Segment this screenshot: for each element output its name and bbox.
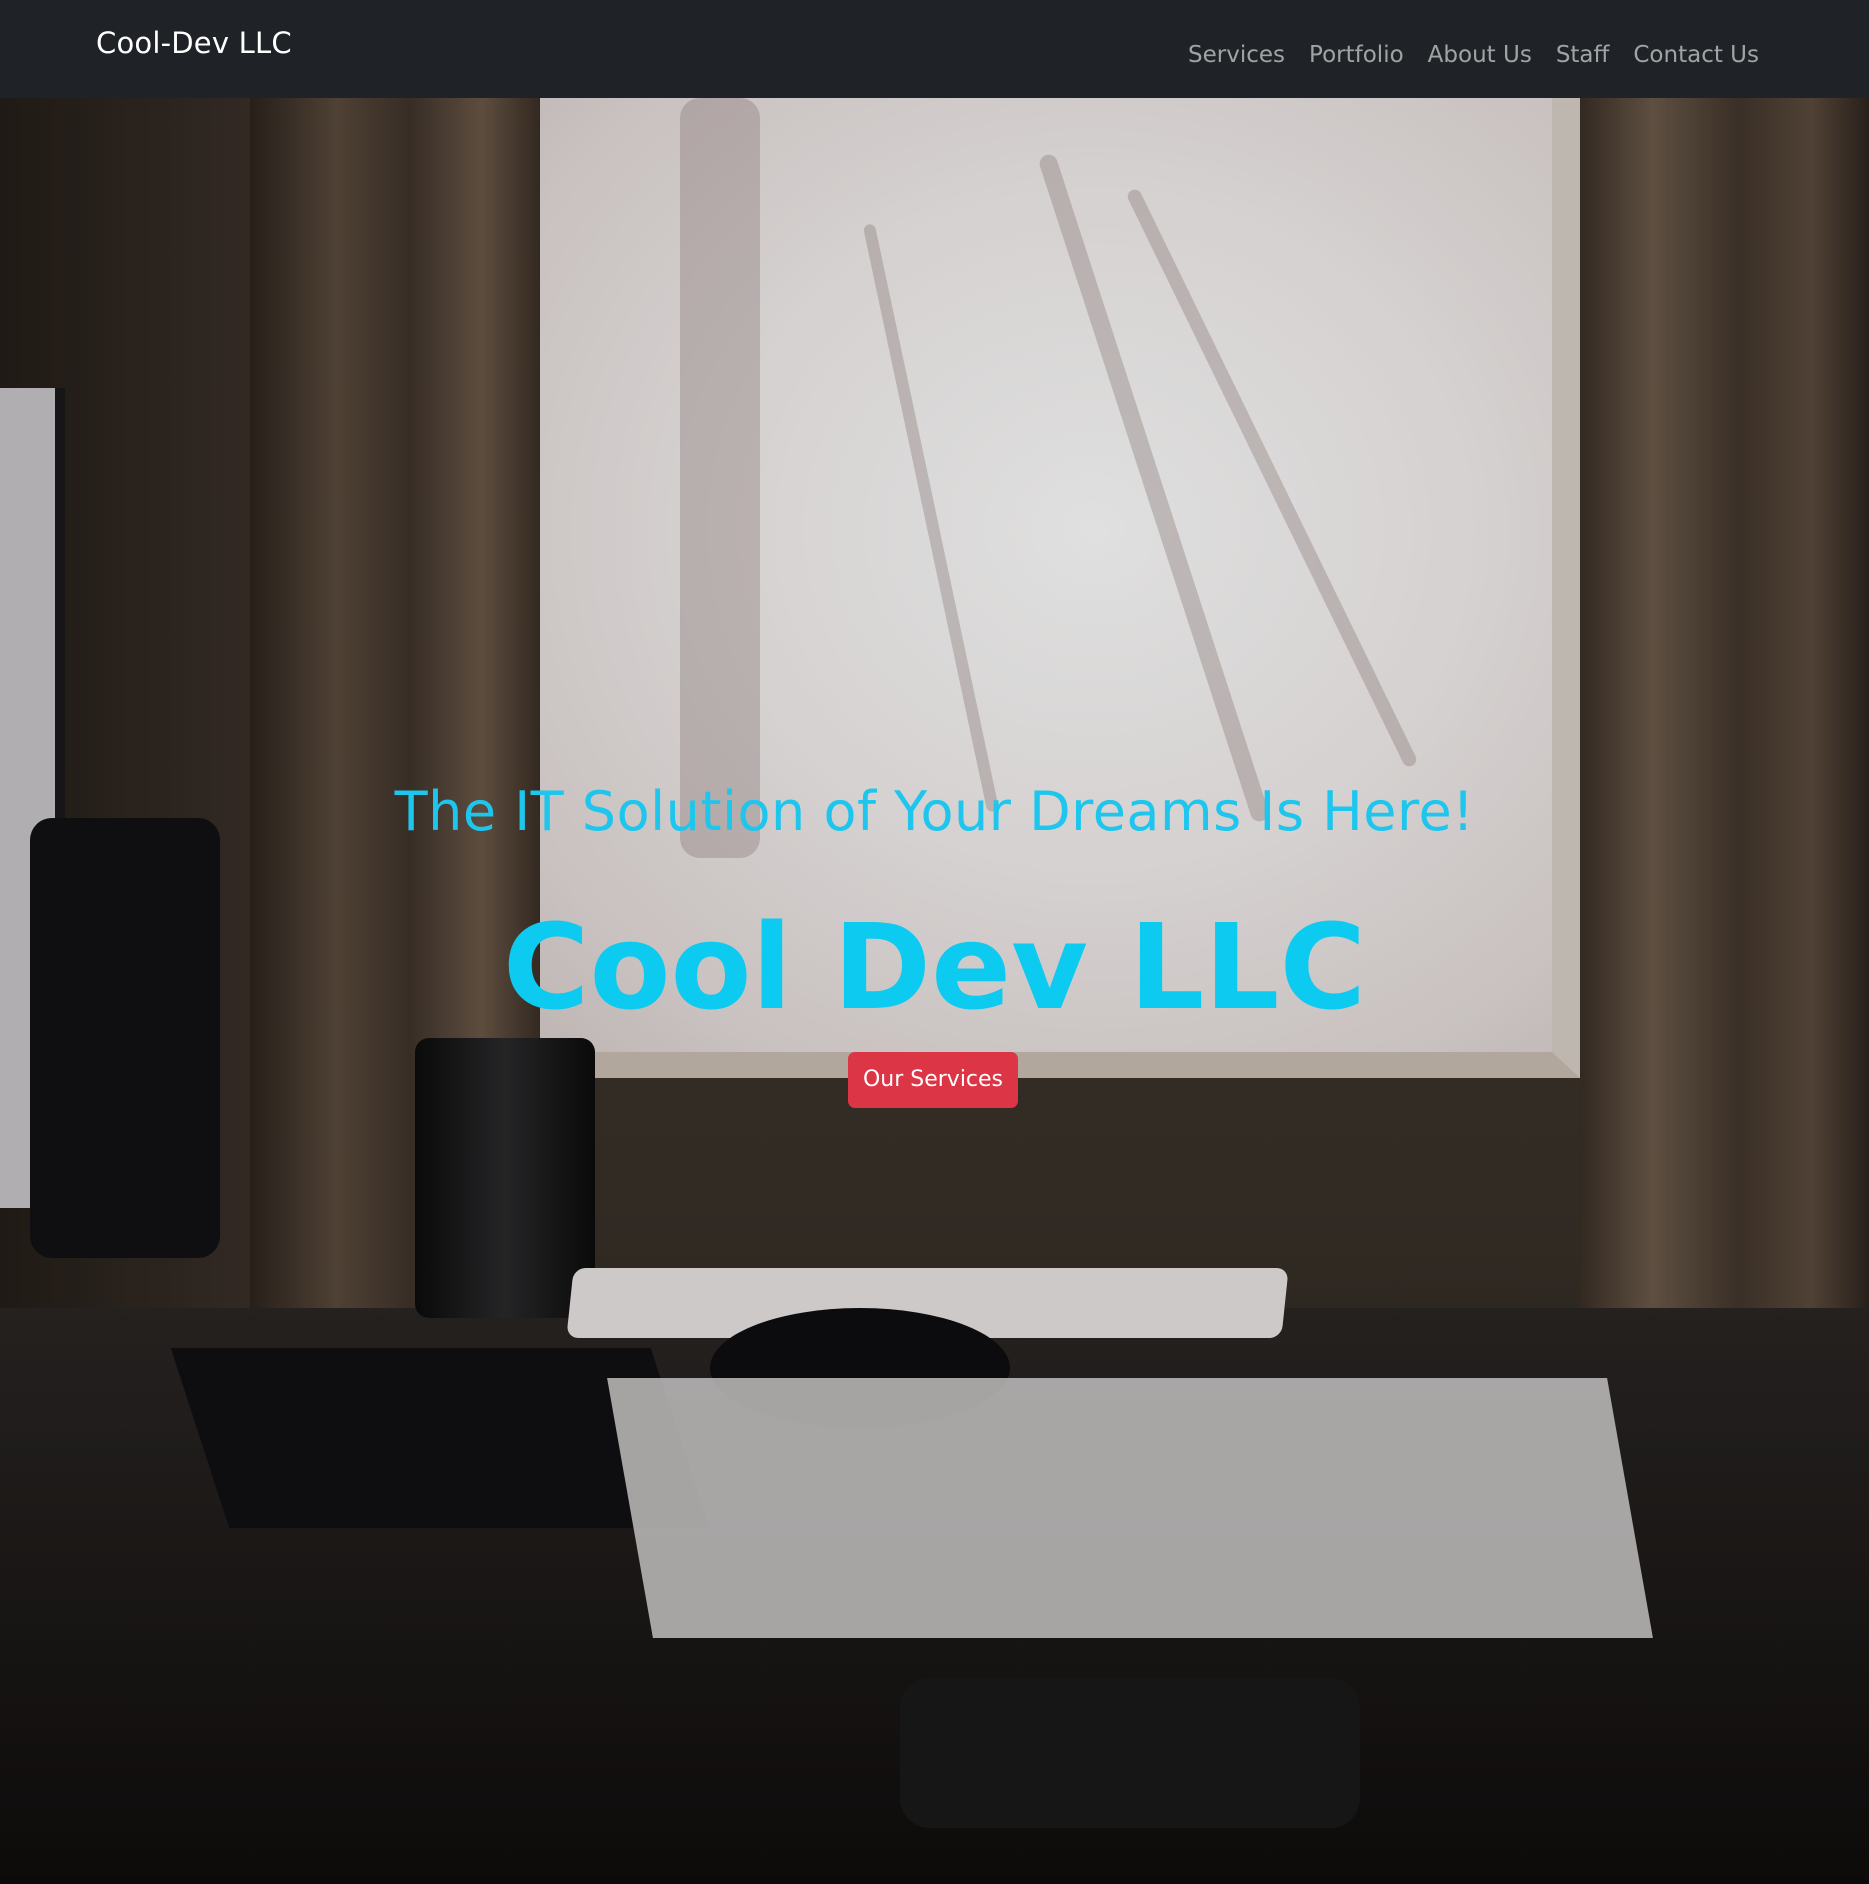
brand-logo-link[interactable]: Cool-Dev LLC: [96, 26, 292, 60]
nav-link-portfolio[interactable]: Portfolio: [1309, 42, 1404, 68]
nav-link-services[interactable]: Services: [1188, 42, 1285, 68]
hero-tagline: The IT Solution of Your Dreams Is Here!: [394, 780, 1475, 843]
our-services-button[interactable]: Our Services: [848, 1052, 1018, 1108]
hero-content: The IT Solution of Your Dreams Is Here! …: [0, 98, 1869, 1884]
top-navbar: Cool-Dev LLC Services Portfolio About Us…: [0, 0, 1869, 98]
nav-link-contact-us[interactable]: Contact Us: [1633, 42, 1759, 68]
nav-links: Services Portfolio About Us Staff Contac…: [1188, 42, 1759, 68]
nav-link-staff[interactable]: Staff: [1556, 42, 1610, 68]
nav-link-about-us[interactable]: About Us: [1428, 42, 1532, 68]
hero-title: Cool Dev LLC: [502, 898, 1367, 1036]
